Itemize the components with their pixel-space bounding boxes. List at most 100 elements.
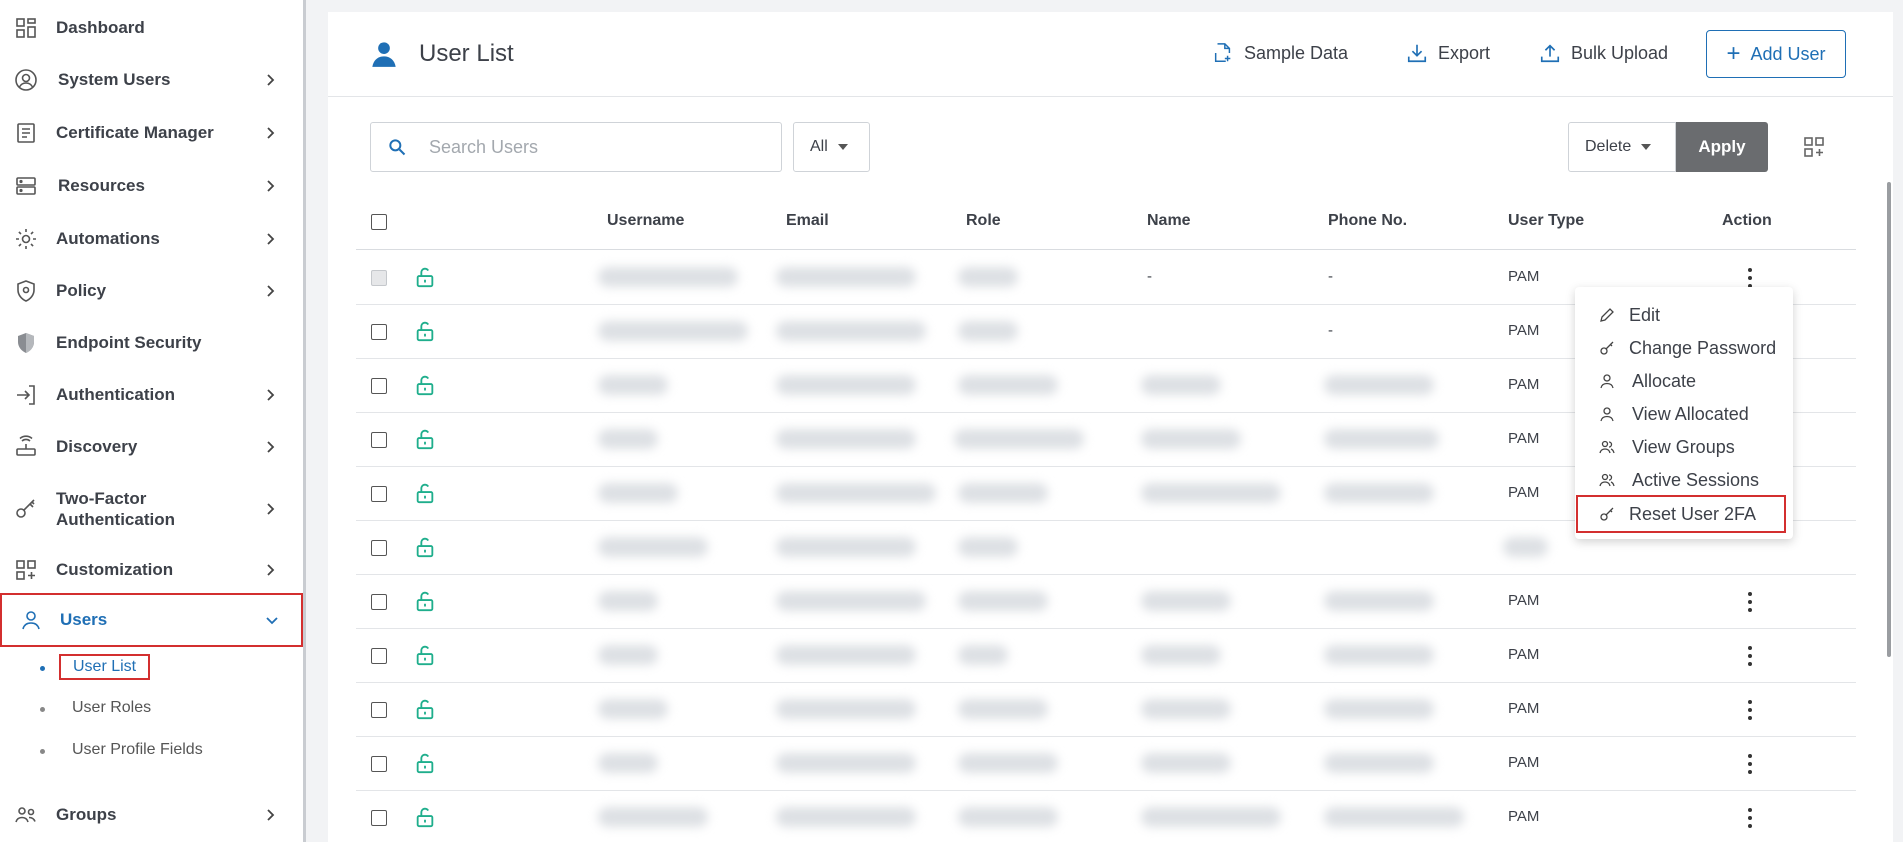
export-button[interactable]: Export [1406,42,1490,64]
sidebar-item-label: Policy [56,281,107,300]
sidebar-item-dashboard[interactable]: Dashboard [0,16,303,40]
row-checkbox[interactable] [371,702,387,718]
menu-item-allocate[interactable]: Allocate [1575,365,1793,397]
group-icon [14,803,38,827]
column-header-username[interactable]: Username [607,212,684,230]
kebab-menu-icon[interactable] [1748,592,1752,612]
menu-item-edit[interactable]: Edit [1575,299,1793,331]
column-header-user-type[interactable]: User Type [1508,212,1584,230]
menu-item-view-groups[interactable]: View Groups [1575,431,1793,463]
kebab-menu-icon[interactable] [1748,754,1752,774]
chevron-right-icon [263,73,277,87]
menu-item-view-allocated[interactable]: View Allocated [1575,398,1793,430]
username-cell [598,375,668,395]
sample-data-button[interactable]: Sample Data [1212,42,1348,64]
username-cell [598,645,658,665]
phone-cell-blur [1324,375,1434,395]
select-all-checkbox[interactable] [371,214,387,230]
user-type-cell: PAM [1508,268,1540,285]
email-cell [776,429,916,449]
column-settings-icon[interactable] [1802,135,1826,159]
unlock-icon[interactable] [414,482,436,504]
email-cell [776,807,916,827]
user-type-cell: PAM [1508,700,1540,717]
sidebar-item-groups[interactable]: Groups [0,803,303,827]
unlock-icon[interactable] [414,428,436,450]
bulk-action-value: Delete [1585,138,1632,155]
email-cell [776,483,936,503]
row-checkbox[interactable] [371,486,387,502]
row-checkbox[interactable] [371,648,387,664]
sidebar-item-endpoint-security[interactable]: Endpoint Security [0,331,303,355]
row-checkbox[interactable] [371,324,387,340]
sidebar-item-customization[interactable]: Customization [0,558,303,582]
email-cell [776,537,916,557]
scrollbar[interactable] [1887,182,1891,657]
sidebar-item-users[interactable]: Users [0,593,303,647]
role-cell [954,429,1084,449]
user-circle-icon [14,68,38,92]
phone-cell-blur [1324,591,1434,611]
chevron-right-icon [263,440,277,454]
unlock-icon[interactable] [414,320,436,342]
unlock-icon[interactable] [414,536,436,558]
apply-button[interactable]: Apply [1676,122,1768,172]
name-cell: - [1147,268,1152,285]
menu-item-change-password[interactable]: Change Password [1575,332,1793,364]
unlock-icon[interactable] [414,752,436,774]
menu-item-label: Active Sessions [1632,469,1760,490]
shield-icon [14,279,38,303]
search-input[interactable] [429,133,759,161]
unlock-icon[interactable] [414,698,436,720]
sidebar-item-resources[interactable]: Resources [0,174,303,198]
filter-dropdown[interactable]: All [793,122,870,172]
row-checkbox[interactable] [371,756,387,772]
unlock-icon[interactable] [414,806,436,828]
name-cell-blur [1141,645,1221,665]
menu-item-active-sessions[interactable]: Active Sessions [1575,464,1793,496]
row-checkbox[interactable] [371,594,387,610]
column-header-email[interactable]: Email [786,212,829,230]
row-checkbox[interactable] [371,378,387,394]
sidebar: Dashboard System Users Certificate Manag… [0,0,306,842]
sidebar-item-label: Customization [56,560,174,579]
bulk-action-dropdown[interactable]: Delete [1568,122,1676,172]
unlock-icon[interactable] [414,590,436,612]
column-header-name[interactable]: Name [1147,212,1191,230]
kebab-menu-icon[interactable] [1748,808,1752,828]
server-icon [14,174,38,198]
unlock-icon[interactable] [414,644,436,666]
bulk-upload-button[interactable]: Bulk Upload [1539,42,1668,64]
column-header-role[interactable]: Role [966,212,1001,230]
row-checkbox[interactable] [371,432,387,448]
unlock-icon[interactable] [414,374,436,396]
column-header-phone[interactable]: Phone No. [1328,212,1407,230]
row-checkbox[interactable] [371,540,387,556]
table-row: PAM [356,575,1856,629]
user-icon [1600,407,1614,422]
phone-cell-blur [1324,429,1439,449]
chevron-right-icon [263,284,277,298]
user-type-cell: PAM [1508,430,1540,447]
sidebar-item-automations[interactable]: Automations [0,227,303,251]
sidebar-item-certificate-manager[interactable]: Certificate Manager [0,121,303,145]
dashboard-icon [14,16,38,40]
kebab-menu-icon[interactable] [1748,268,1752,288]
sidebar-item-policy[interactable]: Policy [0,279,303,303]
certificate-icon [14,121,38,145]
name-cell-blur [1141,483,1281,503]
page-header: User List Sample Data Export Bulk Upload… [328,12,1893,97]
kebab-menu-icon[interactable] [1748,700,1752,720]
sidebar-item-authentication[interactable]: Authentication [0,383,303,407]
table-row: PAM [356,737,1856,791]
username-cell [598,807,708,827]
sidebar-item-discovery[interactable]: Discovery [0,435,303,459]
sidebar-item-two-factor-authentication[interactable]: Two-Factor Authentication [0,486,303,532]
kebab-menu-icon[interactable] [1748,646,1752,666]
role-cell [958,591,1048,611]
row-checkbox[interactable] [371,810,387,826]
menu-item-reset-user-2fa[interactable]: Reset User 2FA [1576,495,1786,533]
sidebar-item-system-users[interactable]: System Users [0,68,303,92]
add-user-button[interactable]: + Add User [1706,30,1846,78]
unlock-icon[interactable] [414,266,436,288]
